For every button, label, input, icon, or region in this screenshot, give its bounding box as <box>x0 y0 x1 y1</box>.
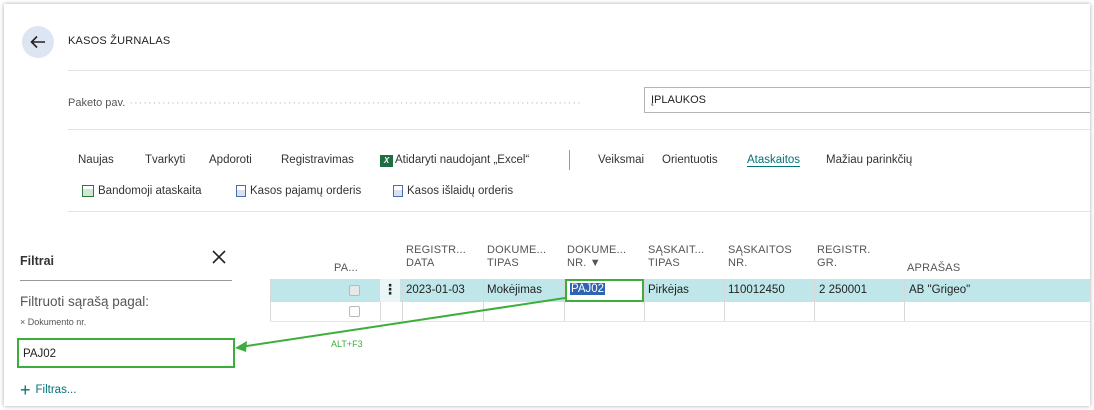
grid-line <box>814 279 815 321</box>
cell-document-no[interactable]: PAJ02 <box>570 283 606 295</box>
arrow-left-icon <box>30 35 45 49</box>
action-navigate[interactable]: Orientuotis <box>662 154 718 166</box>
filter-by-label: Filtruoti sąrašą pagal: <box>20 294 150 309</box>
grid-line <box>724 279 725 321</box>
row-actions-button[interactable]: ⋮ <box>380 279 400 302</box>
posted-checkbox[interactable] <box>349 285 360 296</box>
batch-name-label: Paketo pav. ····························… <box>68 97 582 109</box>
back-button[interactable] <box>22 26 54 58</box>
action-posting[interactable]: Registravimas <box>281 154 354 166</box>
action-reports[interactable]: Ataskaitos <box>747 154 800 166</box>
cell-posting-date[interactable]: 2023-01-03 <box>406 284 465 296</box>
action-actions[interactable]: Veiksmai <box>598 154 644 166</box>
cell-document-no-editor[interactable]: PAJ02 <box>565 279 644 302</box>
action-fewer-options[interactable]: Mažiau parinkčių <box>826 154 912 166</box>
cash-payment-order-button[interactable]: Kasos išlaidų orderis <box>393 185 513 197</box>
column-header-posting-date[interactable]: REGISTR... DATA <box>406 244 466 270</box>
divider <box>68 70 1090 71</box>
app-window: KASOS ŽURNALAS Paketo pav. ·············… <box>4 4 1090 406</box>
cell-document-type[interactable]: Mokėjimas <box>487 284 542 296</box>
batch-name-field[interactable]: ĮPLAUKOS <box>644 87 1090 113</box>
action-manage[interactable]: Tvarkyti <box>145 154 185 166</box>
column-header-document-no[interactable]: DOKUME... NR. ▼ <box>567 244 626 270</box>
divider <box>68 129 1090 130</box>
column-header-account-type[interactable]: SĄSKAIT... TIPAS <box>648 244 704 270</box>
column-header-posted[interactable]: PA... <box>334 262 358 275</box>
grid-line <box>904 279 905 321</box>
action-separator <box>569 150 570 170</box>
column-header-document-type[interactable]: DOKUME... TIPAS <box>487 244 546 270</box>
grid-line <box>483 279 484 321</box>
column-header-description[interactable]: APRAŠAS <box>907 262 960 275</box>
grid-line <box>270 279 271 321</box>
test-report-button[interactable]: Bandomoji ataskaita <box>82 185 202 197</box>
cell-description[interactable]: AB "Grigeo" <box>909 284 970 296</box>
column-header-account-no[interactable]: SĄSKAITOS NR. <box>728 244 792 270</box>
column-header-posting-group[interactable]: REGISTR. GR. <box>817 244 871 270</box>
cell-posting-group[interactable]: 2 250001 <box>819 284 867 296</box>
shortcut-hint: ALT+F3 <box>331 339 363 349</box>
document-no-filter-input[interactable]: PAJ02 <box>17 338 235 368</box>
document-icon <box>236 185 246 197</box>
filter-pane-title: Filtrai <box>20 254 55 268</box>
action-process[interactable]: Apdoroti <box>209 154 252 166</box>
action-open-in-excel[interactable]: X Atidaryti naudojant „Excel“ <box>380 154 529 167</box>
posted-checkbox[interactable] <box>349 306 360 317</box>
cell-account-type[interactable]: Pirkėjas <box>648 284 689 296</box>
page-title: KASOS ŽURNALAS <box>68 35 171 47</box>
plus-icon: + <box>20 380 31 400</box>
divider <box>68 211 1090 212</box>
cell-account-no[interactable]: 110012450 <box>728 284 785 296</box>
report-icon <box>82 185 94 197</box>
grid-line <box>402 279 403 321</box>
add-filter-button[interactable]: + Filtras... <box>20 380 76 400</box>
excel-icon: X <box>380 155 393 167</box>
filter-field-name[interactable]: × Dokumento nr. <box>20 317 86 327</box>
close-icon[interactable] <box>210 248 228 266</box>
table-row-new[interactable] <box>270 302 1090 322</box>
cash-receipt-order-button[interactable]: Kasos pajamų orderis <box>236 185 361 197</box>
action-new[interactable]: Naujas <box>78 154 114 166</box>
document-icon <box>393 185 403 197</box>
divider <box>20 280 232 281</box>
grid-line <box>644 279 645 321</box>
